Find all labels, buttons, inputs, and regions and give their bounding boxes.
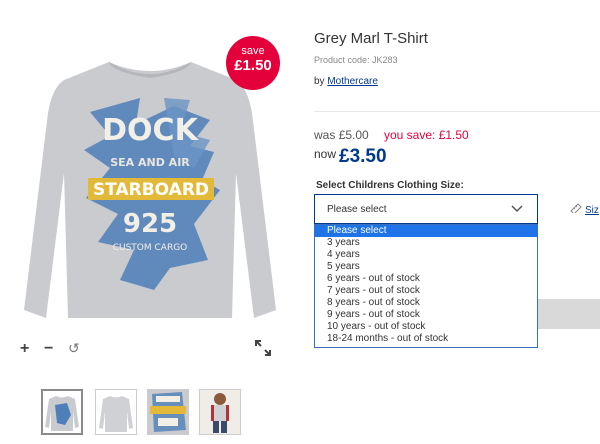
size-option[interactable]: 18-24 months - out of stock — [315, 333, 537, 345]
now-price: £3.50 — [339, 146, 387, 167]
was-amount: £5.00 — [338, 128, 369, 142]
chevron-down-icon — [511, 205, 523, 213]
brand-line: by Mothercare — [314, 76, 378, 87]
was-price: was £5.00 — [314, 128, 369, 142]
reset-zoom-icon[interactable]: ↺ — [68, 340, 80, 357]
size-select[interactable]: Please select — [314, 194, 538, 224]
fullscreen-icon[interactable] — [255, 340, 271, 356]
by-prefix: by — [314, 76, 325, 87]
size-select-label: Select Childrens Clothing Size: — [316, 180, 464, 191]
size-select-value: Please select — [327, 204, 387, 215]
product-title: Grey Marl T-Shirt — [314, 30, 428, 47]
add-to-basket-button[interactable] — [538, 299, 600, 329]
size-guide-link[interactable]: Siz — [570, 203, 599, 216]
graphic-sea-and-air: SEA AND AIR — [110, 156, 190, 169]
now-label: now — [314, 147, 337, 161]
was-label: was — [314, 128, 336, 142]
size-option[interactable]: 4 years — [315, 249, 537, 261]
thumbnail-1[interactable] — [41, 389, 83, 435]
ruler-icon — [570, 203, 582, 215]
you-save-text: you save: £1.50 — [384, 128, 469, 142]
zoom-out-icon[interactable]: − — [44, 340, 53, 358]
size-option[interactable]: 3 years — [315, 237, 537, 249]
thumbnail-model-icon — [200, 390, 240, 434]
zoom-in-icon[interactable]: + — [20, 340, 29, 358]
size-option[interactable]: 8 years - out of stock — [315, 297, 537, 309]
thumbnail-shirt-back-icon — [99, 396, 133, 432]
brand-link[interactable]: Mothercare — [327, 76, 378, 87]
size-option[interactable]: Please select — [315, 225, 537, 237]
size-option[interactable]: 6 years - out of stock — [315, 273, 537, 285]
thumbnail-shirt-graphic-icon — [45, 396, 79, 431]
save-badge-label: save — [241, 45, 265, 57]
size-dropdown-list[interactable]: Please select 3 years 4 years 5 years 6 … — [314, 224, 538, 348]
size-guide-label: Siz — [585, 205, 599, 216]
thumbnail-3[interactable] — [147, 389, 189, 435]
size-option[interactable]: 7 years - out of stock — [315, 285, 537, 297]
size-option[interactable]: 10 years - out of stock — [315, 321, 537, 333]
size-option[interactable]: 9 years - out of stock — [315, 309, 537, 321]
divider — [314, 111, 600, 112]
graphic-925: 925 — [123, 209, 177, 239]
save-badge: save £1.50 — [226, 36, 280, 90]
save-badge-amount: £1.50 — [234, 57, 272, 74]
graphic-custom-cargo: CUSTOM CARGO — [113, 243, 188, 253]
thumbnail-2[interactable] — [95, 389, 137, 435]
thumbnail-graphic-closeup-icon — [148, 390, 188, 434]
size-option[interactable]: 5 years — [315, 261, 537, 273]
graphic-dock: DOCK — [102, 113, 199, 148]
thumbnail-4[interactable] — [199, 389, 241, 435]
graphic-starboard: STARBOARD — [93, 180, 209, 200]
product-code: Product code: JK283 — [314, 55, 398, 65]
